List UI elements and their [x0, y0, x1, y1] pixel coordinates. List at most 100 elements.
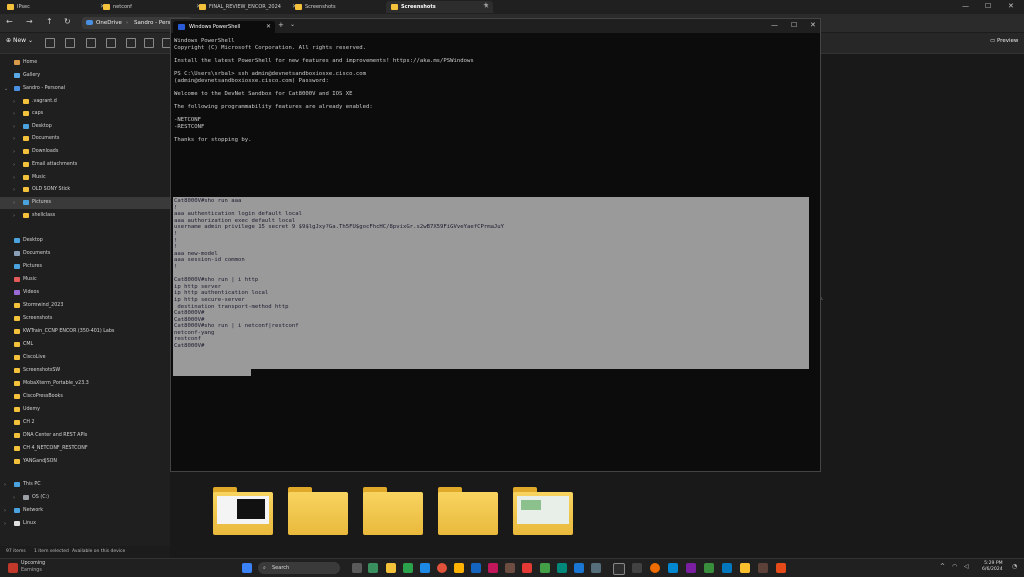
app-icon[interactable] [591, 563, 601, 573]
sidebar-item[interactable]: › Linux [0, 518, 170, 530]
sidebar-item[interactable]: Stormwind_2023 [0, 300, 170, 312]
paste-icon[interactable] [86, 38, 96, 48]
sidebar-item[interactable]: Videos [0, 287, 170, 299]
chat-icon[interactable] [368, 563, 378, 573]
chevron-right-icon[interactable]: › [13, 121, 15, 133]
chevron-right-icon[interactable]: › [4, 479, 6, 491]
explorer-tab-screenshots[interactable]: Screenshots ✕ [290, 1, 397, 13]
chevron-right-icon[interactable]: › [13, 96, 15, 108]
chevron-down-icon[interactable]: ⌄ [290, 21, 295, 28]
sidebar-item[interactable]: › This PC [0, 479, 170, 491]
powershell-tab[interactable]: Windows PowerShell ✕ [173, 21, 275, 33]
sidebar-item[interactable]: Music [0, 274, 170, 286]
powershell-title-bar[interactable]: Windows PowerShell ✕ + ⌄ — ☐ ✕ [171, 19, 820, 33]
sidebar-item[interactable]: YANGandJSON [0, 456, 170, 468]
sidebar-item[interactable]: › caps [0, 108, 170, 120]
sidebar-item[interactable]: › Email attachments [0, 159, 170, 171]
maximize-icon[interactable]: ☐ [791, 21, 797, 29]
chevron-down-icon[interactable]: ⌄ [4, 83, 8, 95]
sidebar-item[interactable]: Screenshots [0, 313, 170, 325]
sidebar-item[interactable]: Gallery [0, 70, 170, 82]
chevron-right-icon[interactable]: › [13, 197, 15, 209]
sidebar-item[interactable]: CiscoLive [0, 352, 170, 364]
app-icon[interactable] [522, 563, 532, 573]
taskbar-clock[interactable]: 5:29 PM 6/6/2024 [982, 561, 1003, 573]
close-icon[interactable]: ✕ [266, 21, 271, 33]
chevron-right-icon[interactable]: › [13, 159, 15, 171]
app-icon[interactable] [488, 563, 498, 573]
chevron-right-icon[interactable]: › [13, 146, 15, 158]
app-icon[interactable] [505, 563, 515, 573]
notification-bell-icon[interactable]: ◔ [1012, 563, 1017, 570]
chevron-right-icon[interactable]: › [13, 133, 15, 145]
sidebar-item[interactable]: Desktop [0, 235, 170, 247]
firefox-icon[interactable] [650, 563, 660, 573]
delete-icon[interactable] [144, 38, 154, 48]
sidebar-item[interactable]: › Network [0, 505, 170, 517]
app-icon[interactable] [403, 563, 413, 573]
sidebar-item[interactable]: Home [0, 57, 170, 69]
word-icon[interactable] [471, 563, 481, 573]
folder-thumbnail[interactable] [513, 487, 573, 535]
sidebar-item[interactable]: Udemy [0, 404, 170, 416]
file-explorer-icon[interactable] [386, 563, 396, 573]
app-icon[interactable] [686, 563, 696, 573]
new-tab-button[interactable]: + [278, 21, 284, 29]
sidebar-item[interactable]: › OS (C:) [0, 492, 170, 504]
explorer-tab-screenshots-active[interactable]: Screenshots ✕ [386, 1, 493, 13]
chevron-right-icon[interactable]: › [4, 518, 6, 530]
app-icon[interactable] [758, 563, 768, 573]
powershell-window[interactable]: Windows PowerShell ✕ + ⌄ — ☐ ✕ Windows P… [170, 18, 821, 472]
sidebar-item[interactable]: MobaXterm_Portable_v23.3 [0, 378, 170, 390]
folder-thumbnail[interactable] [213, 487, 273, 535]
app-icon[interactable] [722, 563, 732, 573]
forward-arrow-icon[interactable]: → [26, 17, 33, 26]
volume-icon[interactable]: ◁ [964, 563, 969, 570]
explorer-tab-ipsec[interactable]: IPsec ✕ [2, 1, 109, 13]
chevron-right-icon[interactable]: › [13, 492, 15, 504]
explorer-tab-final-review[interactable]: FINAL_REVIEW_ENCOR_2024 ✕ [194, 1, 301, 13]
sidebar-item[interactable]: › shellclass [0, 210, 170, 222]
chevron-right-icon[interactable]: › [13, 210, 15, 222]
sidebar-item[interactable]: CML [0, 339, 170, 351]
sidebar-item[interactable]: › Documents [0, 133, 170, 145]
folder-thumbnail[interactable] [288, 487, 348, 535]
breadcrumb-onedrive[interactable]: OneDrive [96, 17, 122, 29]
app-icon[interactable] [540, 563, 550, 573]
chrome-icon[interactable] [437, 563, 447, 573]
breadcrumb-personal[interactable]: Sandro - Pers [134, 17, 170, 29]
close-icon[interactable]: ✕ [810, 21, 816, 29]
sidebar-item[interactable]: KWTrain_CCNP ENCOR (350-401) Labs [0, 326, 170, 338]
folder-thumbnail[interactable] [438, 487, 498, 535]
app-icon[interactable] [740, 563, 750, 573]
app-icon[interactable] [776, 563, 786, 573]
app-icon[interactable] [420, 563, 430, 573]
back-arrow-icon[interactable]: ← [6, 17, 13, 26]
sidebar-item[interactable]: CH 2 [0, 417, 170, 429]
new-tab-button[interactable]: + [483, 1, 489, 9]
app-icon[interactable] [704, 563, 714, 573]
rename-icon[interactable] [106, 38, 116, 48]
chevron-right-icon[interactable]: › [13, 172, 15, 184]
terminal-icon[interactable] [613, 563, 625, 575]
sidebar-item[interactable]: › Downloads [0, 146, 170, 158]
copy-icon[interactable] [65, 38, 75, 48]
app-icon[interactable] [632, 563, 642, 573]
maximize-icon[interactable]: ☐ [985, 2, 991, 10]
share-icon[interactable] [126, 38, 136, 48]
sidebar-item[interactable]: ⌄ Sandro - Personal [0, 83, 170, 95]
wifi-icon[interactable]: ◠ [952, 563, 957, 570]
sidebar-item[interactable]: ScreenshotsSW [0, 365, 170, 377]
taskbar-search[interactable]: ⌕ Search [258, 562, 340, 574]
chevron-right-icon[interactable]: › [13, 184, 15, 196]
sidebar-item[interactable]: CH 4_NETCONF_RESTCONF [0, 443, 170, 455]
refresh-icon[interactable]: ↻ [64, 17, 71, 26]
folder-thumbnail[interactable] [363, 487, 423, 535]
sidebar-item[interactable]: › OLD SONY Stick [0, 184, 170, 196]
app-icon[interactable] [557, 563, 567, 573]
sidebar-item[interactable]: › Pictures [0, 197, 170, 209]
chevron-right-icon[interactable]: › [4, 505, 6, 517]
windows-start-icon[interactable] [242, 563, 252, 573]
cut-icon[interactable] [45, 38, 55, 48]
chevron-right-icon[interactable]: › [13, 108, 15, 120]
